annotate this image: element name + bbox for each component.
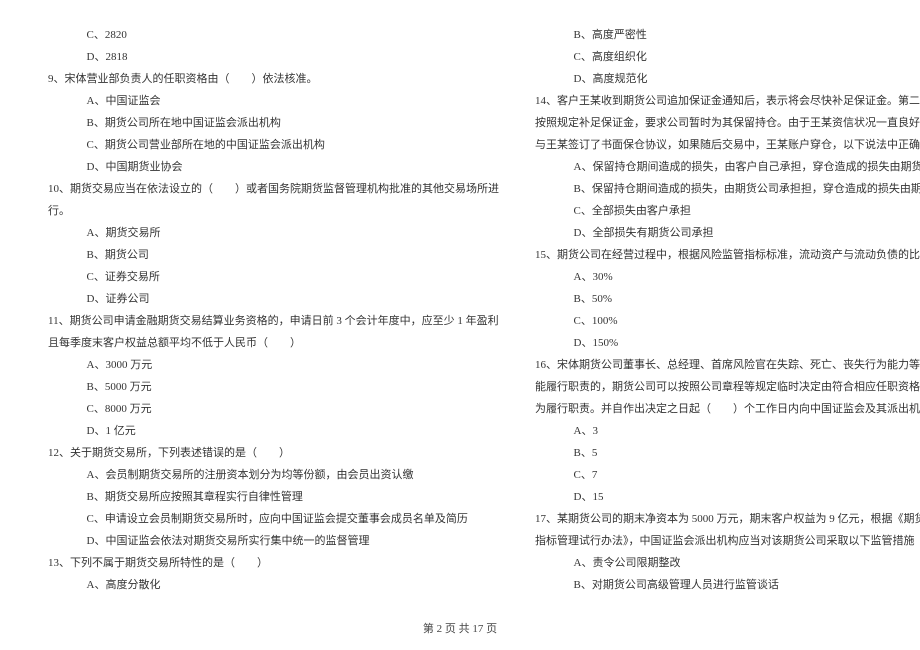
q-option: B、高度严密性	[535, 24, 920, 46]
q-option: A、保留持仓期间造成的损失，由客户自己承担，穿仓造成的损失由期货公司承担	[535, 156, 920, 178]
document-page: C、2820 D、2818 9、宋体营业部负责人的任职资格由（ ）依法核准。 A…	[0, 0, 920, 626]
q-option: D、全部损失有期货公司承担	[535, 222, 920, 244]
left-column: C、2820 D、2818 9、宋体营业部负责人的任职资格由（ ）依法核准。 A…	[36, 24, 517, 596]
q-option: B、50%	[535, 288, 920, 310]
q-option: B、对期货公司高级管理人员进行监管谈话	[535, 574, 920, 596]
question-15: 15、期货公司在经营过程中，根据风险监管指标标准，流动资产与流动负债的比例不得低…	[535, 244, 920, 266]
q-option: C、期货公司营业部所在地的中国证监会派出机构	[48, 134, 499, 156]
q-option: B、期货公司	[48, 244, 499, 266]
question-12: 12、关于期货交易所，下列表述错误的是（ ）	[48, 442, 499, 464]
q-option: B、5	[535, 442, 920, 464]
q-option: D、2818	[48, 46, 499, 68]
q-option: C、2820	[48, 24, 499, 46]
question-16-cont: 为履行职责。并自作出决定之日起（ ）个工作日内向中国证监会及其派出机构报告。	[535, 398, 920, 420]
q-option: A、3	[535, 420, 920, 442]
q-option: D、证券公司	[48, 288, 499, 310]
q-option: A、会员制期货交易所的注册资本划分为均等份额，由会员出资认缴	[48, 464, 499, 486]
question-14: 14、客户王某收到期货公司追加保证金通知后，表示将会尽快补足保证金。第二天，王某…	[535, 90, 920, 112]
q-option: D、1 亿元	[48, 420, 499, 442]
q-option: B、期货公司所在地中国证监会派出机构	[48, 112, 499, 134]
q-option: D、高度规范化	[535, 68, 920, 90]
question-14-cont: 按照规定补足保证金，要求公司暂时为其保留持仓。由于王某资信状况一直良好，。期货公…	[535, 112, 920, 134]
q-option: D、中国证监会依法对期货交易所实行集中统一的监督管理	[48, 530, 499, 552]
q-option: C、高度组织化	[535, 46, 920, 68]
question-17: 17、某期货公司的期末净资本为 5000 万元，期末客户权益为 9 亿元，根据《…	[535, 508, 920, 530]
q-option: A、责令公司限期整改	[535, 552, 920, 574]
q-option: A、3000 万元	[48, 354, 499, 376]
q-option: C、证券交易所	[48, 266, 499, 288]
question-17-cont: 指标管理试行办法》，中国证监会派出机构应当对该期货公司采取以下监管措施（ ）	[535, 530, 920, 552]
q-option: C、全部损失由客户承担	[535, 200, 920, 222]
question-13: 13、下列不属于期货交易所特性的是（ ）	[48, 552, 499, 574]
q-option: C、100%	[535, 310, 920, 332]
q-option: B、期货交易所应按照其章程实行自律性管理	[48, 486, 499, 508]
q-option: A、30%	[535, 266, 920, 288]
q-option: B、5000 万元	[48, 376, 499, 398]
q-option: A、期货交易所	[48, 222, 499, 244]
question-11-cont: 且每季度末客户权益总额平均不低于人民币（ ）	[48, 332, 499, 354]
q-option: D、中国期货业协会	[48, 156, 499, 178]
q-option: C、申请设立会员制期货交易所时，应向中国证监会提交董事会成员名单及简历	[48, 508, 499, 530]
question-16: 16、宋体期货公司董事长、总经理、首席风险官在失踪、死亡、丧失行为能力等特殊情形…	[535, 354, 920, 376]
q-option: C、7	[535, 464, 920, 486]
q-option: A、高度分散化	[48, 574, 499, 596]
question-10: 10、期货交易应当在依法设立的（ ）或者国务院期货监督管理机构批准的其他交易场所…	[48, 178, 499, 200]
q-option: B、保留持仓期间造成的损失，由期货公司承担担，穿仓造成的损失由期货公司承担	[535, 178, 920, 200]
question-14-cont: 与王某签订了书面保仓协议，如果随后交易中，王某账户穿仓，以下说法中正确的是（ ）	[535, 134, 920, 156]
question-16-cont: 能履行职责的，期货公司可以按照公司章程等规定临时决定由符合相应任职资格条件的人员…	[535, 376, 920, 398]
question-10-cont: 行。	[48, 200, 499, 222]
question-11: 11、期货公司申请金融期货交易结算业务资格的，申请日前 3 个会计年度中，应至少…	[48, 310, 499, 332]
q-option: D、150%	[535, 332, 920, 354]
right-column: B、高度严密性 C、高度组织化 D、高度规范化 14、客户王某收到期货公司追加保…	[517, 24, 920, 596]
question-9: 9、宋体营业部负责人的任职资格由（ ）依法核准。	[48, 68, 499, 90]
page-footer: 第 2 页 共 17 页	[0, 618, 920, 640]
q-option: C、8000 万元	[48, 398, 499, 420]
q-option: D、15	[535, 486, 920, 508]
q-option: A、中国证监会	[48, 90, 499, 112]
